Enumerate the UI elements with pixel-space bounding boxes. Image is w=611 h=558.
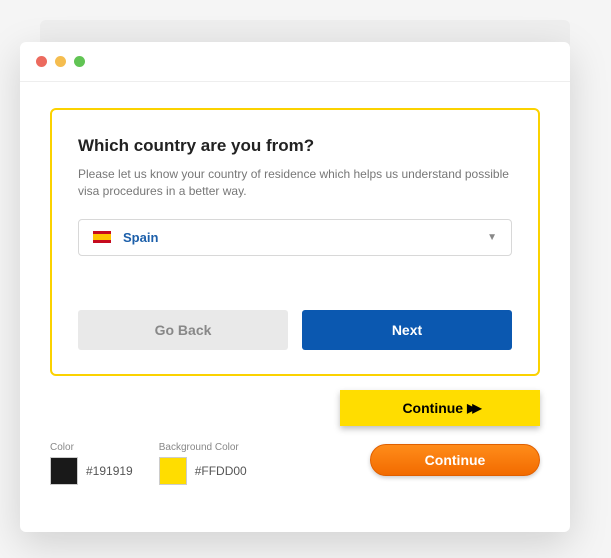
text-color-label: Color <box>50 442 133 453</box>
titlebar <box>20 42 570 82</box>
continue-button-yellow[interactable]: Continue ▶▶ <box>340 390 540 426</box>
bg-color-swatch[interactable] <box>159 457 187 485</box>
go-back-button[interactable]: Go Back <box>78 310 288 350</box>
bg-color-hex: #FFDD00 <box>195 464 247 478</box>
flag-spain-icon <box>93 231 111 243</box>
window-close-icon[interactable] <box>36 56 47 67</box>
continue-orange-label: Continue <box>425 452 486 468</box>
country-select-value: Spain <box>123 230 487 245</box>
app-window: Which country are you from? Please let u… <box>20 42 570 532</box>
text-color-swatch[interactable] <box>50 457 78 485</box>
window-minimize-icon[interactable] <box>55 56 66 67</box>
text-color-hex: #191919 <box>86 464 133 478</box>
bg-color-label: Background Color <box>159 442 247 453</box>
country-select[interactable]: Spain ▼ <box>78 219 512 256</box>
continue-button-orange[interactable]: Continue <box>370 444 540 476</box>
color-settings: Color #191919 Background Color #FFDD00 <box>50 442 247 485</box>
next-button[interactable]: Next <box>302 310 512 350</box>
bg-color-group: Background Color #FFDD00 <box>159 442 247 485</box>
text-color-group: Color #191919 <box>50 442 133 485</box>
question-description: Please let us know your country of resid… <box>78 166 512 201</box>
continue-yellow-label: Continue <box>402 400 463 416</box>
double-chevron-right-icon: ▶▶ <box>467 401 477 415</box>
question-card: Which country are you from? Please let u… <box>50 108 540 376</box>
chevron-down-icon: ▼ <box>487 232 497 243</box>
window-zoom-icon[interactable] <box>74 56 85 67</box>
question-title: Which country are you from? <box>78 136 512 156</box>
